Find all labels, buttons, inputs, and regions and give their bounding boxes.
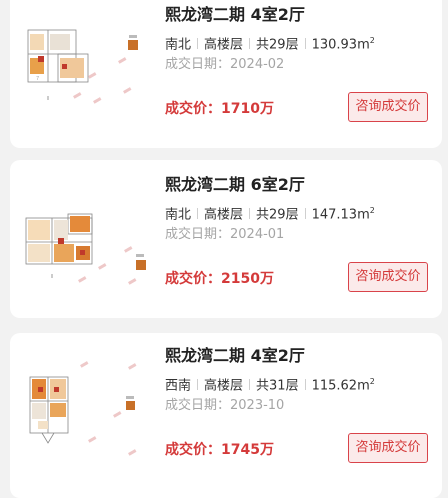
- listing-meta: 南北 高楼层 共29层 130.93m2: [165, 32, 432, 53]
- deal-price: 成交价：2150万: [165, 268, 274, 288]
- area-unit-sup: 2: [369, 36, 375, 45]
- price-label: 成交价：: [165, 442, 221, 458]
- orientation: 西南: [165, 378, 192, 394]
- listing-title[interactable]: 熙龙湾二期 4室2厅: [165, 4, 432, 26]
- floor-level: 高楼层: [204, 37, 244, 53]
- orientation: 南北: [165, 37, 192, 53]
- divider: [304, 208, 306, 220]
- divider: [304, 379, 306, 391]
- deal-price: 成交价：1710万: [165, 98, 274, 118]
- listing-info: 熙龙湾二期 6室2厅 南北 高楼层 共29层 147.13m2 成交日期：2024-0…: [165, 174, 432, 244]
- area-unit: m: [357, 378, 370, 394]
- floor-plan-image: 7: [18, 4, 150, 144]
- consult-price-button[interactable]: 咨询成交价: [348, 433, 428, 463]
- listing-title[interactable]: 熙龙湾二期 6室2厅: [165, 174, 432, 196]
- total-floors: 共29层: [256, 37, 299, 53]
- divider: [249, 379, 251, 391]
- orientation: 南北: [165, 207, 192, 223]
- divider: [249, 38, 251, 50]
- divider: [197, 38, 199, 50]
- total-floors: 共31层: [256, 378, 299, 394]
- listing-meta: 南北 高楼层 共29层 147.13m2: [165, 202, 432, 223]
- consult-price-button[interactable]: 咨询成交价: [348, 92, 428, 122]
- divider: [197, 379, 199, 391]
- total-floors: 共29层: [256, 207, 299, 223]
- listing-card[interactable]: 熙龙湾二期 6室2厅 南北 高楼层 共29层 147.13m2 成交日期：2024-0…: [10, 160, 442, 318]
- listing-info: 熙龙湾二期 4室2厅 南北 高楼层 共29层 130.93m2 成交日期：2024-0…: [165, 4, 432, 74]
- divider: [197, 208, 199, 220]
- area-unit: m: [357, 37, 370, 53]
- divider: [249, 208, 251, 220]
- floor-level: 高楼层: [204, 207, 244, 223]
- price-row: 成交价：1745万 咨询成交价: [165, 433, 432, 465]
- price-label: 成交价：: [165, 101, 221, 117]
- listing-card[interactable]: 熙龙湾二期 4室2厅 西南 高楼层 共31层 115.62m2 成交日期：2023-1…: [10, 333, 442, 498]
- listing-meta: 西南 高楼层 共31层 115.62m2: [165, 373, 432, 394]
- listing-card[interactable]: 7 熙龙湾二期 4室2厅 南北 高楼层 共29层 130.93m2 成交日期：2024…: [10, 0, 442, 148]
- listing-title[interactable]: 熙龙湾二期 4室2厅: [165, 345, 432, 367]
- svg-text:7: 7: [36, 76, 39, 82]
- floor-level: 高楼层: [204, 378, 244, 394]
- area: 130.93: [311, 37, 358, 53]
- floor-plan-thumbnail[interactable]: [18, 170, 150, 310]
- area-unit-sup: 2: [369, 377, 375, 386]
- transaction-list: 7 熙龙湾二期 4室2厅 南北 高楼层 共29层 130.93m2 成交日期：2024…: [0, 0, 448, 498]
- price-row: 成交价：1710万 咨询成交价: [165, 92, 432, 124]
- price-label: 成交价：: [165, 271, 221, 287]
- divider: [304, 38, 306, 50]
- deal-date: 成交日期：2024-01: [165, 227, 285, 242]
- area: 115.62: [311, 378, 358, 394]
- price-value: 1710万: [221, 101, 274, 117]
- deal-date: 成交日期：2024-02: [165, 57, 285, 72]
- floor-plan-thumbnail[interactable]: 7: [18, 4, 150, 144]
- deal-date: 成交日期：2023-10: [165, 398, 285, 413]
- area: 147.13: [311, 207, 358, 223]
- consult-price-button[interactable]: 咨询成交价: [348, 262, 428, 292]
- floor-plan-image: [18, 170, 150, 310]
- area-unit-sup: 2: [369, 206, 375, 215]
- price-value: 2150万: [221, 271, 274, 287]
- floor-plan-image: [18, 343, 150, 483]
- area-unit: m: [357, 207, 370, 223]
- price-row: 成交价：2150万 咨询成交价: [165, 262, 432, 294]
- listing-info: 熙龙湾二期 4室2厅 西南 高楼层 共31层 115.62m2 成交日期：2023-1…: [165, 345, 432, 415]
- price-value: 1745万: [221, 442, 274, 458]
- floor-plan-thumbnail[interactable]: [18, 343, 150, 483]
- deal-price: 成交价：1745万: [165, 439, 274, 459]
